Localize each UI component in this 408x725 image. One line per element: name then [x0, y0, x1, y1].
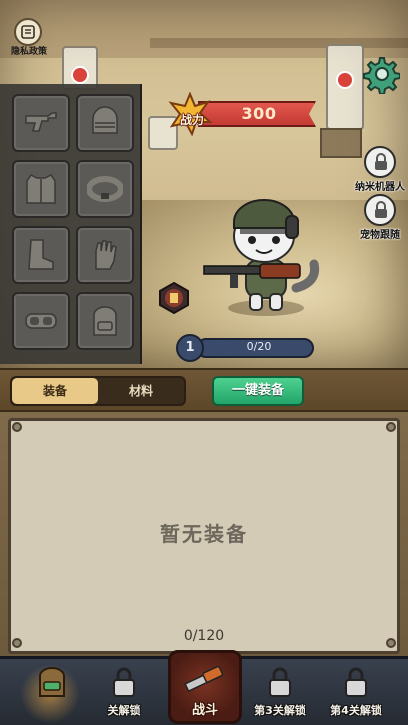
nav-battle[interactable]: 战斗 [168, 650, 242, 724]
tab-equipment[interactable]: 装备 [12, 378, 98, 404]
nav-locked-1-label: 关解锁 [107, 704, 141, 717]
rivet [386, 422, 396, 432]
one-key-equip-button[interactable]: 一键装备 [212, 376, 304, 406]
tab-materials[interactable]: 材料 [98, 378, 184, 404]
power-value: 300 [241, 104, 277, 123]
document-icon [14, 18, 42, 46]
boot-icon [28, 239, 54, 270]
lock-icon [364, 146, 396, 178]
power-label: 战力 [179, 113, 204, 127]
barrel [326, 44, 364, 130]
nav-locked-3[interactable]: 第3关解锁 [250, 660, 310, 724]
gun-icon [184, 665, 224, 693]
rank-badge-icon[interactable] [158, 282, 190, 314]
cat-soldier-character [203, 199, 320, 311]
armor-slot[interactable] [12, 160, 70, 218]
revolver-icon [25, 112, 57, 132]
lock-icon [113, 667, 135, 697]
privacy-label: 隐私政策 [10, 47, 47, 57]
empty-inventory-text: 暂无装备 [160, 522, 248, 546]
vest-icon [26, 174, 56, 204]
inventory-count: 0/120 [183, 628, 225, 644]
rivet [12, 638, 22, 648]
belt-icon [87, 176, 123, 202]
nav-equipment[interactable] [22, 660, 82, 724]
privacy-policy-button[interactable]: 隐私政策 [8, 18, 48, 58]
backpack-icon [39, 667, 65, 697]
glove-icon [95, 240, 117, 270]
rivet [386, 638, 396, 648]
helmet-icon [92, 106, 118, 134]
goggles-icon [25, 313, 57, 329]
xp-progress-text: 0/20 [246, 340, 272, 353]
lock-icon [345, 667, 367, 697]
nav-locked-4[interactable]: 第4关解锁 [326, 660, 386, 724]
gloves-slot[interactable] [76, 226, 134, 284]
boots-slot[interactable] [12, 226, 70, 284]
level-indicator: 1 [176, 334, 204, 362]
helmet-slot[interactable] [76, 94, 134, 152]
lock-icon [269, 667, 291, 697]
wall-beam [150, 38, 408, 48]
pet-follow-label: 宠物跟随 [360, 230, 400, 241]
nano-robot-label: 纳米机器人 [355, 182, 405, 193]
nav-battle-label: 战斗 [191, 703, 218, 718]
pet-follow-button[interactable]: 宠物跟随 [356, 194, 404, 244]
rivet [12, 422, 22, 432]
backpack-slot[interactable] [76, 292, 134, 350]
lock-icon [364, 194, 396, 226]
nano-robot-button[interactable]: 纳米机器人 [355, 146, 405, 196]
settings-gear-icon[interactable] [360, 54, 401, 95]
nav-locked-1[interactable]: 关解锁 [94, 660, 154, 724]
goggles-slot[interactable] [12, 292, 70, 350]
weapon-slot[interactable] [12, 94, 70, 152]
belt-slot[interactable] [76, 160, 134, 218]
equipment-panel [0, 84, 142, 364]
nav-locked-3-label: 第3关解锁 [254, 704, 306, 717]
nav-locked-4-label: 第4关解锁 [330, 704, 382, 717]
backpack-icon [93, 306, 117, 336]
